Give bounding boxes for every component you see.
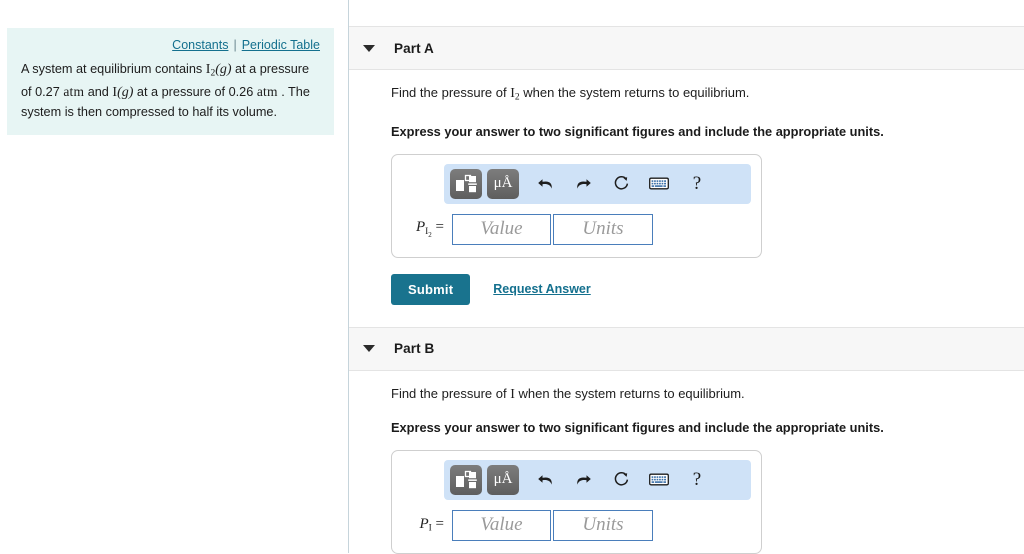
question-page: Constants | Periodic Table A system at equ… (0, 0, 1024, 554)
periodic-table-link[interactable]: Periodic Table (242, 38, 320, 52)
part-a-answer-label: PI2 = (405, 219, 452, 239)
caret-down-icon[interactable] (363, 345, 375, 353)
undo-icon[interactable] (531, 466, 559, 494)
part-a-math-toolbar: μÅ ? (444, 163, 751, 204)
reset-icon[interactable] (607, 466, 635, 494)
part-b-math-toolbar: μÅ ? (444, 459, 751, 500)
help-icon[interactable]: ? (683, 170, 711, 198)
part-b-title: Part B (394, 341, 435, 357)
problem-statement-card: Constants | Periodic Table A system at equ… (7, 28, 334, 136)
math-template-icon[interactable] (450, 168, 482, 199)
part-a-body: Find the pressure of I2 when the system … (349, 70, 1024, 305)
link-separator: | (233, 38, 237, 52)
part-a-section: Part A Find the pressure of I2 when the … (349, 0, 1024, 327)
part-b-answer-row: PI = Value Units (402, 509, 751, 541)
part-b-value-input[interactable]: Value (452, 509, 551, 541)
undo-icon[interactable] (531, 170, 559, 198)
part-a-equals: = (435, 219, 444, 236)
redo-icon[interactable] (569, 170, 597, 198)
part-b-question-post: when the system returns to equilibrium. (514, 385, 745, 401)
part-a-question-symbol: I2 (510, 86, 519, 103)
reset-icon[interactable] (607, 170, 635, 198)
part-a-label-sub: I2 (425, 227, 432, 239)
part-b-body: Find the pressure of I when the system r… (349, 371, 1024, 554)
problem-seg-4: at a pressure of 0.26 (133, 85, 257, 100)
unit-atm-2: atm (256, 84, 278, 100)
keyboard-icon[interactable] (645, 170, 673, 198)
left-panel: Constants | Periodic Table A system at equ… (0, 0, 349, 553)
problem-text: A system at equilibrium contains I2(g) a… (21, 60, 320, 121)
problem-seg-3: and (84, 85, 113, 100)
species-I2: I2 (206, 62, 215, 79)
redo-icon[interactable] (569, 466, 597, 494)
part-b-equals: = (435, 516, 444, 533)
part-a-label-base: P (415, 219, 426, 236)
part-b-units-input[interactable]: Units (553, 509, 653, 541)
part-a-units-placeholder: Units (582, 218, 624, 240)
part-a-question-post: when the system returns to equilibrium. (519, 85, 750, 100)
species-I-state: (g) (117, 85, 134, 101)
part-a-title: Part A (394, 40, 434, 56)
units-template-icon[interactable]: μÅ (487, 464, 519, 495)
units-button-label: μÅ (493, 471, 513, 488)
part-b-units-placeholder: Units (582, 514, 624, 536)
part-a-answer-box: μÅ ? PI2 = Value Units (391, 153, 762, 258)
problem-seg-1: A system at equilibrium contains (21, 62, 206, 76)
help-icon[interactable]: ? (683, 466, 711, 494)
part-b-instruction: Express your answer to two significant f… (391, 419, 884, 435)
part-a-label-subsub: 2 (428, 230, 432, 239)
part-b-answer-label: PI = (405, 516, 452, 534)
part-b-label-sub: I (428, 523, 432, 534)
part-a-instruction: Express your answer to two significant f… (391, 123, 884, 139)
answer-panel: Part A Find the pressure of I2 when the … (349, 0, 1024, 554)
part-b-question-pre: Find the pressure of (391, 385, 511, 401)
keyboard-icon[interactable] (645, 466, 673, 494)
part-b-value-placeholder: Value (480, 514, 523, 536)
species-I2-state: (g) (215, 62, 232, 77)
part-a-submit-row: Submit Request Answer (391, 273, 1024, 305)
part-b-answer-box: μÅ ? PI = Value Units (391, 449, 762, 554)
part-a-question: Find the pressure of I2 when the system … (391, 84, 1024, 107)
units-button-label: μÅ (493, 175, 513, 192)
part-a-value-placeholder: Value (480, 218, 523, 240)
part-a-header[interactable]: Part A (349, 26, 1024, 70)
caret-down-icon[interactable] (363, 44, 375, 52)
unit-atm-1: atm (63, 84, 85, 100)
part-a-units-input[interactable]: Units (553, 213, 653, 245)
math-template-icon[interactable] (450, 464, 482, 495)
part-b-section: Part B Find the pressure of I when the s… (349, 326, 1024, 554)
part-a-value-input[interactable]: Value (452, 213, 551, 245)
request-answer-link[interactable]: Request Answer (493, 282, 590, 296)
part-b-label-base: P (419, 516, 429, 533)
units-template-icon[interactable]: μÅ (487, 168, 519, 199)
constants-link[interactable]: Constants (172, 38, 228, 52)
submit-button[interactable]: Submit (391, 273, 471, 305)
resource-links: Constants | Periodic Table (21, 36, 320, 60)
part-b-question: Find the pressure of I when the system r… (391, 385, 1024, 403)
part-a-answer-row: PI2 = Value Units (402, 213, 751, 245)
part-a-question-pre: Find the pressure of (391, 85, 511, 100)
part-b-header[interactable]: Part B (349, 326, 1024, 371)
